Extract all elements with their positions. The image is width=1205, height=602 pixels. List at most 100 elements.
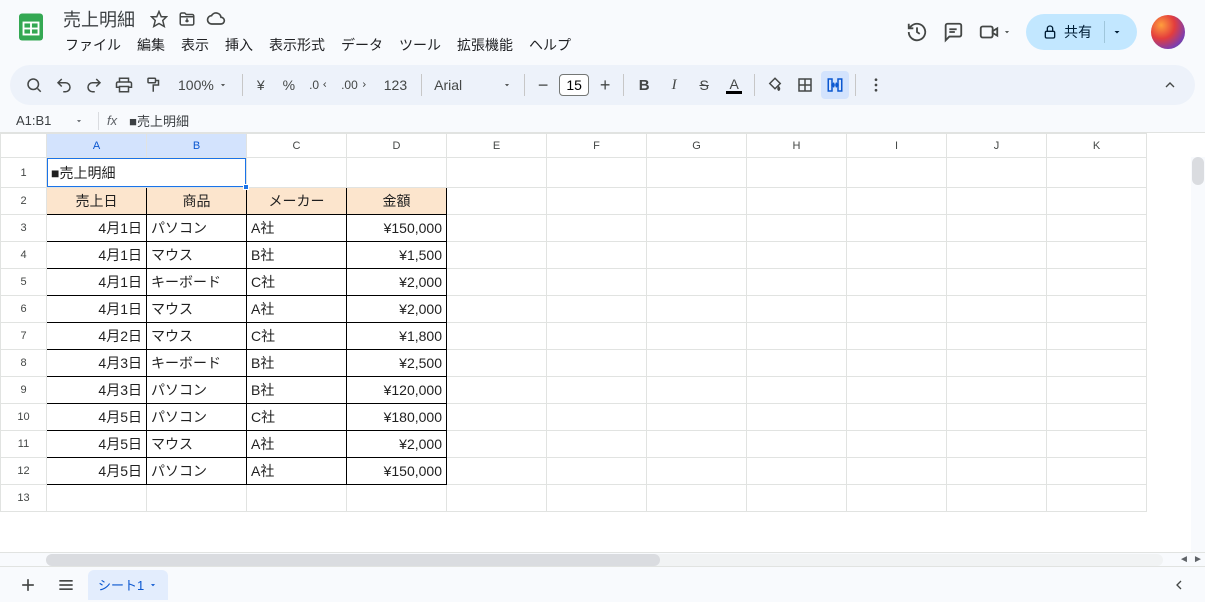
- strikethrough-button[interactable]: S: [690, 71, 718, 99]
- cell-K3[interactable]: [1047, 215, 1147, 242]
- menu-データ[interactable]: データ: [334, 31, 390, 59]
- cell-I11[interactable]: [847, 431, 947, 458]
- cell-B10[interactable]: パソコン: [147, 404, 247, 431]
- cell-C2[interactable]: メーカー: [247, 188, 347, 215]
- cell-J7[interactable]: [947, 323, 1047, 350]
- cell-D5[interactable]: ¥2,000: [347, 269, 447, 296]
- cell-K12[interactable]: [1047, 458, 1147, 485]
- share-button[interactable]: 共有: [1026, 14, 1137, 50]
- row-header-4[interactable]: 4: [1, 242, 47, 269]
- row-header-1[interactable]: 1: [1, 158, 47, 188]
- cell-F1[interactable]: [547, 158, 647, 188]
- cell-C6[interactable]: A社: [247, 296, 347, 323]
- cell-G6[interactable]: [647, 296, 747, 323]
- col-header-D[interactable]: D: [347, 134, 447, 158]
- text-color-button[interactable]: A: [720, 71, 748, 99]
- cell-I4[interactable]: [847, 242, 947, 269]
- cell-A11[interactable]: 4月5日: [47, 431, 147, 458]
- borders-button[interactable]: [791, 71, 819, 99]
- cell-I12[interactable]: [847, 458, 947, 485]
- cell-C4[interactable]: B社: [247, 242, 347, 269]
- cell-C10[interactable]: C社: [247, 404, 347, 431]
- cell-D2[interactable]: 金額: [347, 188, 447, 215]
- cell-K5[interactable]: [1047, 269, 1147, 296]
- name-box[interactable]: A1:B1: [10, 110, 90, 132]
- select-all-cell[interactable]: [1, 134, 47, 158]
- cell-A7[interactable]: 4月2日: [47, 323, 147, 350]
- font-size-input[interactable]: [559, 74, 589, 96]
- sheets-logo[interactable]: [12, 8, 50, 46]
- cell-D11[interactable]: ¥2,000: [347, 431, 447, 458]
- cell-K10[interactable]: [1047, 404, 1147, 431]
- font-family-dropdown[interactable]: Arial: [428, 77, 518, 93]
- cell-C1[interactable]: [247, 158, 347, 188]
- zoom-dropdown[interactable]: 100%: [170, 71, 236, 99]
- cell-D10[interactable]: ¥180,000: [347, 404, 447, 431]
- cell-E9[interactable]: [447, 377, 547, 404]
- cell-E5[interactable]: [447, 269, 547, 296]
- scroll-left-icon[interactable]: ◄: [1177, 554, 1191, 565]
- cell-C5[interactable]: C社: [247, 269, 347, 296]
- cell-F5[interactable]: [547, 269, 647, 296]
- cell-E3[interactable]: [447, 215, 547, 242]
- menu-編集[interactable]: 編集: [130, 31, 172, 59]
- cell-H2[interactable]: [747, 188, 847, 215]
- cell-E2[interactable]: [447, 188, 547, 215]
- cell-E10[interactable]: [447, 404, 547, 431]
- cell-I13[interactable]: [847, 485, 947, 512]
- col-header-E[interactable]: E: [447, 134, 547, 158]
- cell-I7[interactable]: [847, 323, 947, 350]
- row-header-10[interactable]: 10: [1, 404, 47, 431]
- cell-A12[interactable]: 4月5日: [47, 458, 147, 485]
- formula-input[interactable]: ■売上明細: [129, 109, 1205, 132]
- cell-F11[interactable]: [547, 431, 647, 458]
- cell-D1[interactable]: [347, 158, 447, 188]
- cell-B3[interactable]: パソコン: [147, 215, 247, 242]
- cell-C3[interactable]: A社: [247, 215, 347, 242]
- cell-I5[interactable]: [847, 269, 947, 296]
- col-header-H[interactable]: H: [747, 134, 847, 158]
- cell-H7[interactable]: [747, 323, 847, 350]
- cell-C12[interactable]: A社: [247, 458, 347, 485]
- doc-title[interactable]: 売上明細: [58, 5, 140, 33]
- cell-I10[interactable]: [847, 404, 947, 431]
- redo-icon[interactable]: [80, 71, 108, 99]
- cell-J9[interactable]: [947, 377, 1047, 404]
- row-header-8[interactable]: 8: [1, 350, 47, 377]
- increase-decimal-button[interactable]: .00: [337, 71, 374, 99]
- cell-F9[interactable]: [547, 377, 647, 404]
- cell-H6[interactable]: [747, 296, 847, 323]
- cell-D9[interactable]: ¥120,000: [347, 377, 447, 404]
- cell-I8[interactable]: [847, 350, 947, 377]
- cell-A2[interactable]: 売上日: [47, 188, 147, 215]
- row-header-5[interactable]: 5: [1, 269, 47, 296]
- cell-G10[interactable]: [647, 404, 747, 431]
- cell-F2[interactable]: [547, 188, 647, 215]
- history-icon[interactable]: [906, 21, 928, 43]
- cell-H8[interactable]: [747, 350, 847, 377]
- horizontal-scrollbar[interactable]: ◄ ►: [0, 552, 1205, 566]
- menu-ヘルプ[interactable]: ヘルプ: [522, 31, 578, 59]
- cell-J2[interactable]: [947, 188, 1047, 215]
- col-header-A[interactable]: A: [47, 134, 147, 158]
- menu-表示[interactable]: 表示: [174, 31, 216, 59]
- cell-A5[interactable]: 4月1日: [47, 269, 147, 296]
- cell-K13[interactable]: [1047, 485, 1147, 512]
- cell-J5[interactable]: [947, 269, 1047, 296]
- cell-B1[interactable]: [147, 158, 247, 188]
- side-panel-toggle-icon[interactable]: [1165, 571, 1193, 599]
- cell-J10[interactable]: [947, 404, 1047, 431]
- cell-B8[interactable]: キーボード: [147, 350, 247, 377]
- move-icon[interactable]: [178, 10, 196, 28]
- comments-icon[interactable]: [942, 21, 964, 43]
- cell-C11[interactable]: A社: [247, 431, 347, 458]
- cell-K4[interactable]: [1047, 242, 1147, 269]
- font-size-decrease[interactable]: −: [531, 73, 555, 97]
- cell-A13[interactable]: [47, 485, 147, 512]
- row-header-9[interactable]: 9: [1, 377, 47, 404]
- cell-H9[interactable]: [747, 377, 847, 404]
- cell-A1[interactable]: ■売上明細: [47, 158, 147, 188]
- more-formats-button[interactable]: 123: [376, 71, 415, 99]
- cell-J12[interactable]: [947, 458, 1047, 485]
- row-header-12[interactable]: 12: [1, 458, 47, 485]
